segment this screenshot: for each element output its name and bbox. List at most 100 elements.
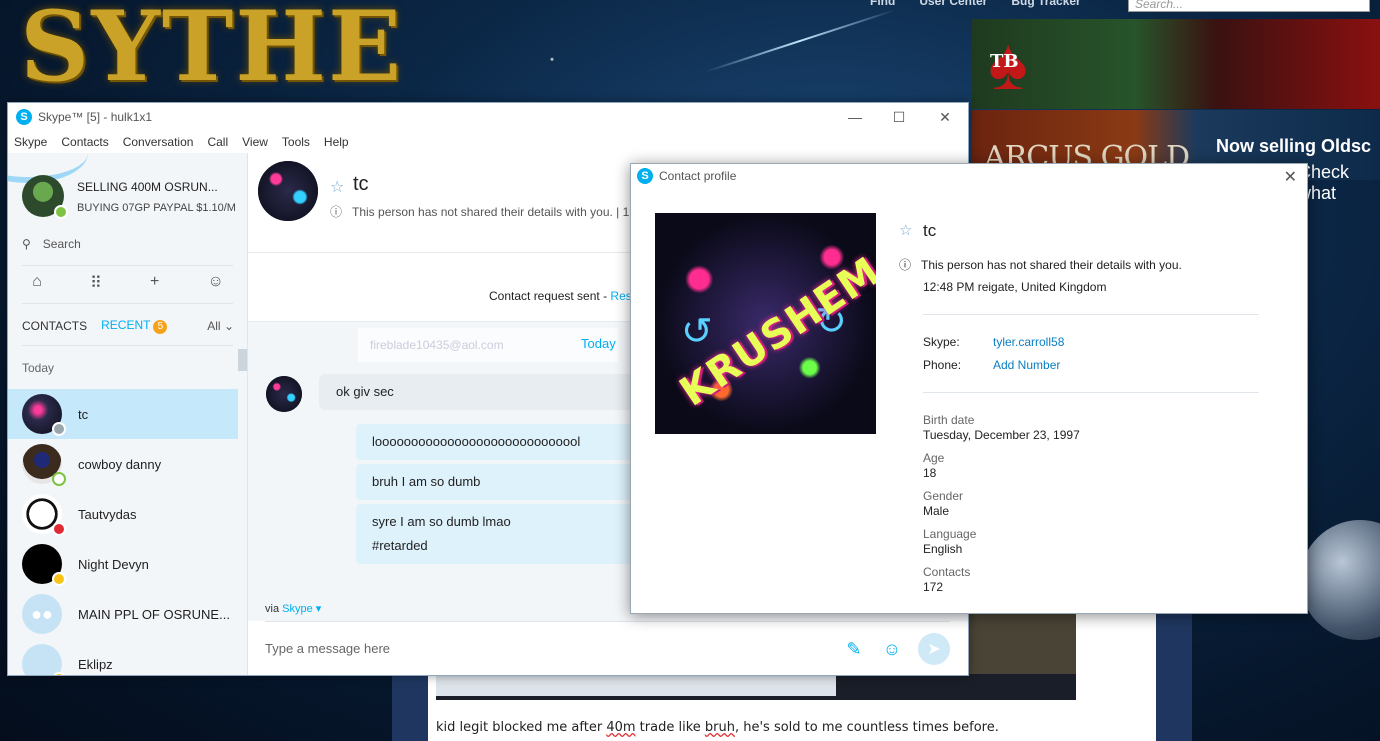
arrow-graphic: ↺ <box>681 311 713 353</box>
contact-name: tc <box>78 406 89 422</box>
tab-contacts[interactable]: CONTACTS <box>22 319 87 333</box>
incoming-message: ok giv sec <box>319 374 639 410</box>
group-avatar-icon: ●● <box>22 594 62 634</box>
send-button[interactable]: ➤ <box>918 633 950 665</box>
contact-item-cowboy-danny[interactable]: cowboy danny <box>8 439 238 489</box>
divider <box>923 392 1259 393</box>
menu-view[interactable]: View <box>242 135 268 149</box>
field-contacts: Contacts 172 <box>923 565 971 594</box>
field-language: Language English <box>923 527 977 556</box>
contact-profile-window: S Contact profile ✕ ↺ ↻ KRUSHEM ☆ tc ⓘ T… <box>630 163 1308 614</box>
profile-info: ⓘ This person has not shared their detai… <box>899 258 1182 272</box>
menu-skype[interactable]: Skype <box>14 135 47 149</box>
menu-call[interactable]: Call <box>207 135 228 149</box>
contact-name: Tautvydas <box>78 506 137 522</box>
divider <box>265 621 950 622</box>
contact-name: cowboy danny <box>78 456 162 472</box>
ad-tagline: Now selling Oldsc <box>1216 136 1372 156</box>
favorite-star-icon[interactable]: ☆ <box>899 221 912 239</box>
divider <box>22 345 233 346</box>
maximize-button[interactable]: ☐ <box>876 103 922 131</box>
contact-name: Night Devyn <box>78 556 149 572</box>
conversation-subtitle: ⓘ This person has not shared their detai… <box>330 205 630 219</box>
menu-bar: Skype Contacts Conversation Call View To… <box>8 131 968 153</box>
scrollbar[interactable] <box>238 349 247 371</box>
window-title: Skype™ [5] - hulk1x1 <box>38 110 153 124</box>
contact-item-night-devyn[interactable]: Night Devyn <box>8 539 238 589</box>
ad-tagline-2: Check what <box>1298 162 1350 203</box>
close-button[interactable]: ✕ <box>1284 167 1297 187</box>
message-input[interactable]: Type a message here <box>265 641 390 656</box>
nav-bug-tracker[interactable]: Bug Tracker <box>1011 0 1080 8</box>
avatar[interactable] <box>266 376 302 412</box>
contact-request-notice: Contact request sent - Rese <box>489 289 639 303</box>
composer-actions: ✎ ☺ ➤ <box>842 633 950 665</box>
title-bar: S Contact profile <box>631 164 1307 188</box>
tab-recent[interactable]: RECENT 5 <box>101 318 168 334</box>
bot-icon[interactable]: ☺ <box>208 273 224 297</box>
contact-item-group-chat[interactable]: ●● MAIN PPL OF OSRUNE... <box>8 589 238 639</box>
filter-all-dropdown[interactable]: All ⌄ <box>207 319 234 333</box>
skype-logo-icon: S <box>16 109 32 125</box>
faded-message: fireblade10435@aol.com <box>358 328 618 362</box>
divider <box>923 314 1259 315</box>
unread-count-badge: 5 <box>153 319 168 334</box>
site-logo[interactable]: SYTHE <box>20 0 403 103</box>
contact-tabs: CONTACTS RECENT 5 All ⌄ <box>22 318 234 334</box>
home-icon[interactable]: ⌂ <box>32 273 42 297</box>
menu-conversation[interactable]: Conversation <box>123 135 194 149</box>
nav-user-center[interactable]: User Center <box>919 0 987 8</box>
group-label-today: Today <box>22 361 55 375</box>
contact-item-tc[interactable]: tc <box>8 389 238 439</box>
add-icon[interactable]: + <box>150 273 159 297</box>
field-age: Age 18 <box>923 451 945 480</box>
window-strip <box>436 676 836 696</box>
my-mood-message: BUYING 07GP PAYPAL $1.10/M <box>77 202 236 214</box>
date-divider: Today <box>581 336 616 351</box>
outgoing-message: looooooooooooooooooooooooooool <box>356 424 646 460</box>
attach-file-icon[interactable]: ✎ <box>842 637 866 661</box>
skype-logo-icon: S <box>637 168 653 184</box>
ad-banner-tb[interactable]: ♠ TB <box>972 19 1380 109</box>
contact-name: Eklipz <box>78 656 113 672</box>
menu-contacts[interactable]: Contacts <box>61 135 108 149</box>
menu-help[interactable]: Help <box>324 135 349 149</box>
contact-item-tautvydas[interactable]: Tautvydas <box>8 489 238 539</box>
contact-item-eklipz[interactable]: Eklipz <box>8 639 238 675</box>
search-field[interactable]: ⚲ Search <box>22 233 232 255</box>
avatar <box>22 644 66 675</box>
close-button[interactable]: ✕ <box>922 103 968 131</box>
local-time-location: 12:48 PM reigate, United Kingdom <box>923 280 1107 294</box>
via-selector[interactable]: via Skype ▾ <box>265 602 321 615</box>
outgoing-message-multiline: syre I am so dumb lmao #retarded <box>356 504 646 564</box>
divider <box>22 303 233 304</box>
add-number-link[interactable]: Add Number <box>993 358 1060 372</box>
avatar[interactable] <box>258 161 318 221</box>
minimize-button[interactable]: — <box>832 103 878 131</box>
menu-tools[interactable]: Tools <box>282 135 310 149</box>
sidebar-toolbar: ⌂ ⠿ + ☺ <box>8 273 247 297</box>
site-search-input[interactable]: Search... <box>1128 0 1370 12</box>
nav-find[interactable]: Find <box>870 0 895 8</box>
window-title: Contact profile <box>659 169 737 183</box>
forum-post-text: kid legit blocked me after 40m trade lik… <box>436 720 999 735</box>
conversation-title[interactable]: tc <box>353 173 369 196</box>
avatar <box>22 444 66 486</box>
favorite-star-icon[interactable]: ☆ <box>330 177 344 197</box>
avatar[interactable] <box>22 175 68 219</box>
dialpad-icon[interactable]: ⠿ <box>90 273 102 297</box>
status-away-icon <box>52 672 66 675</box>
my-profile[interactable]: SELLING 400M OSRUN... BUYING 07GP PAYPAL… <box>8 153 247 225</box>
status-busy-icon <box>52 522 66 536</box>
my-display-name: SELLING 400M OSRUN... <box>77 180 218 194</box>
site-top-nav: Find User Center Bug Tracker <box>870 0 1081 8</box>
profile-picture: ↺ ↻ KRUSHEM <box>655 213 876 434</box>
status-online-icon <box>52 472 66 486</box>
emoticon-icon[interactable]: ☺ <box>880 637 904 661</box>
avatar <box>22 494 66 536</box>
skype-name-link[interactable]: tyler.carroll58 <box>993 335 1064 349</box>
sidebar: SELLING 400M OSRUN... BUYING 07GP PAYPAL… <box>8 153 248 675</box>
outgoing-message: bruh I am so dumb <box>356 464 646 500</box>
ad-logo-text: TB <box>990 51 1019 72</box>
divider <box>22 265 233 266</box>
